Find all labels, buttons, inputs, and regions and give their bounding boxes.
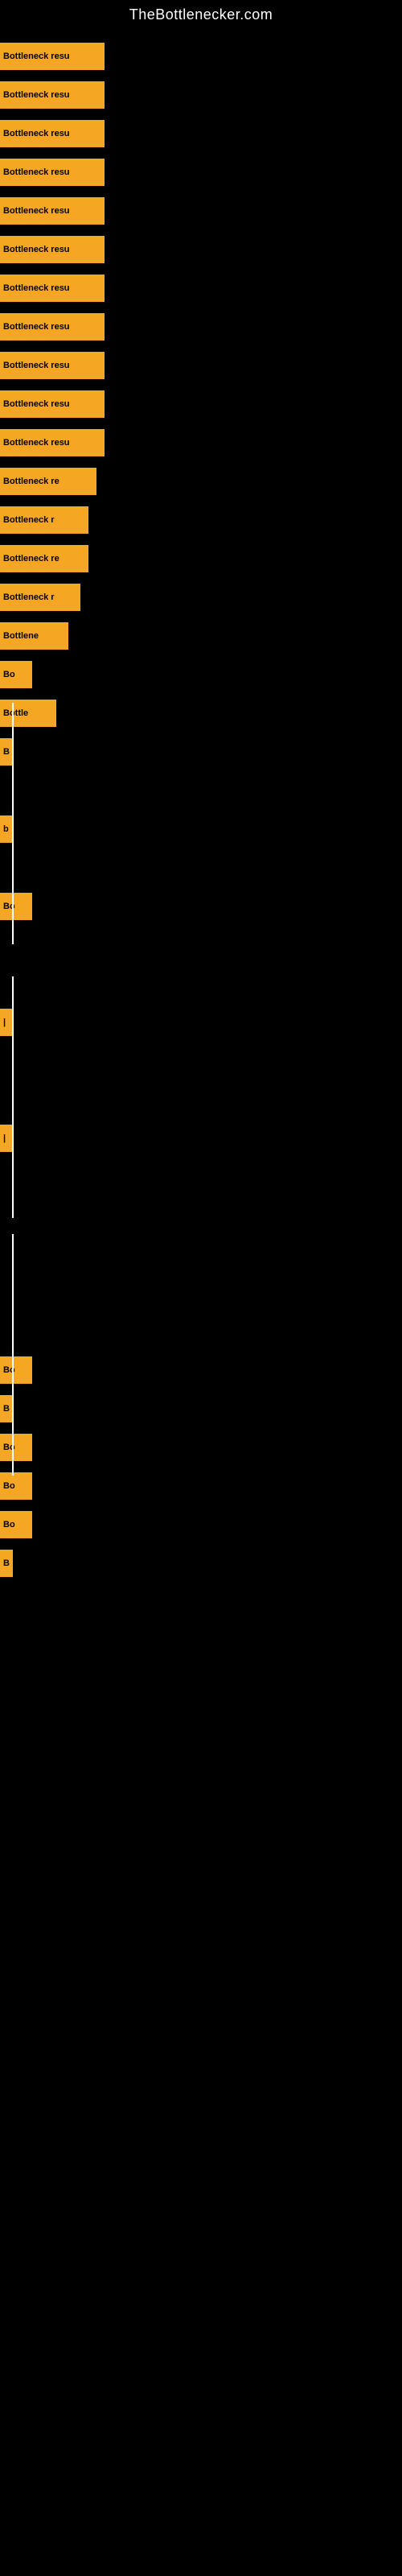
bar-item: Bo <box>0 893 32 920</box>
bar-item: Bottleneck resu <box>0 197 105 225</box>
chart-area: Bottleneck resu Bottleneck resu Bottleneck… <box>0 27 402 2570</box>
bar-item: Bottleneck resu <box>0 390 105 418</box>
vertical-line <box>12 703 14 944</box>
bar-item: B <box>0 1395 13 1422</box>
bar-item: Bo <box>0 1434 32 1461</box>
bar-item: Bottleneck r <box>0 584 80 611</box>
bar-item: Bottleneck resu <box>0 43 105 70</box>
bar-item: Bottlene <box>0 622 68 650</box>
bar-item: | <box>0 1009 13 1036</box>
bar-item: Bo <box>0 1472 32 1500</box>
bar-item: Bottleneck resu <box>0 275 105 302</box>
bar-item: Bottleneck resu <box>0 352 105 379</box>
bar-item: Bottleneck r <box>0 506 88 534</box>
bar-item: B <box>0 1550 13 1577</box>
bar-item: Bo <box>0 1356 32 1384</box>
bar-item: b <box>0 815 13 843</box>
vertical-line <box>12 976 14 1218</box>
bar-item: Bottleneck re <box>0 468 96 495</box>
bar-item: | <box>0 1125 13 1152</box>
bar-item: Bottle <box>0 700 56 727</box>
site-title: TheBottlenecker.com <box>0 0 402 27</box>
bar-item: Bottleneck resu <box>0 429 105 456</box>
bar-item: Bottleneck resu <box>0 313 105 341</box>
vertical-line <box>12 1234 14 1476</box>
bar-item: Bo <box>0 1511 32 1538</box>
bar-item: Bottleneck resu <box>0 236 105 263</box>
bar-item: Bottleneck re <box>0 545 88 572</box>
bar-item: Bottleneck resu <box>0 159 105 186</box>
bar-item: Bottleneck resu <box>0 120 105 147</box>
bar-item: Bo <box>0 661 32 688</box>
bar-item: Bottleneck resu <box>0 81 105 109</box>
bar-item: B <box>0 738 13 766</box>
